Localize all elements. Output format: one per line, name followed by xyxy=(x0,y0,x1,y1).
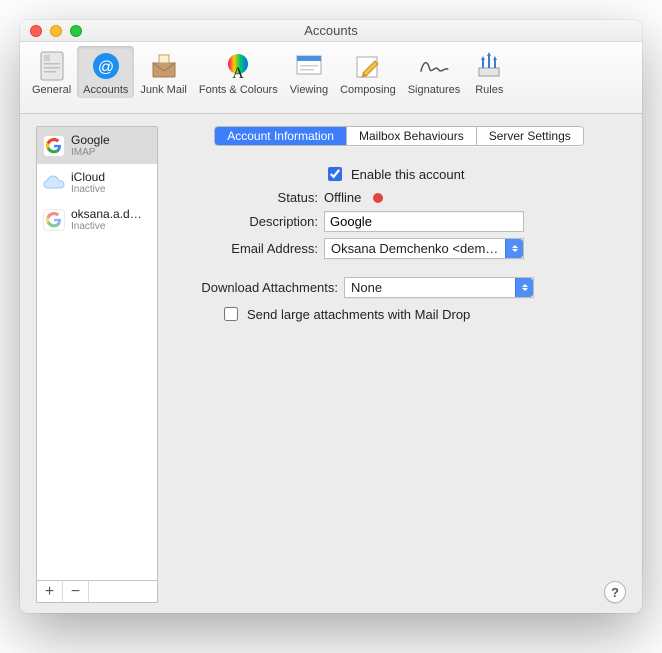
description-input[interactable] xyxy=(324,211,524,232)
window-controls xyxy=(30,25,82,37)
titlebar: Accounts xyxy=(20,20,642,42)
toolbar-label: Accounts xyxy=(83,84,128,96)
preferences-toolbar: General @ Accounts Junk Mail A Fonts & C… xyxy=(20,42,642,114)
minimize-window-button[interactable] xyxy=(50,25,62,37)
accounts-sidebar: Google IMAP iCloud Inactive xyxy=(36,126,158,603)
account-tabs: Account Information Mailbox Behaviours S… xyxy=(214,126,584,146)
download-attachments-select[interactable]: None xyxy=(344,277,534,298)
toolbar-item-accounts[interactable]: @ Accounts xyxy=(77,46,134,98)
account-item-oksana[interactable]: oksana.a.d… Inactive xyxy=(37,201,157,238)
toolbar-item-general[interactable]: General xyxy=(26,46,77,98)
list-footer-spacer xyxy=(89,581,157,602)
toolbar-label: Fonts & Colours xyxy=(199,84,278,96)
viewing-icon xyxy=(293,50,325,82)
tab-account-information[interactable]: Account Information xyxy=(215,127,347,145)
toolbar-label: General xyxy=(32,84,71,96)
mail-drop-label: Send large attachments with Mail Drop xyxy=(247,307,470,322)
google-icon xyxy=(43,135,65,157)
email-label: Email Address: xyxy=(176,241,324,256)
junk-mail-icon xyxy=(148,50,180,82)
status-label: Status: xyxy=(176,190,324,205)
account-sub: IMAP xyxy=(71,147,110,158)
chevron-updown-icon xyxy=(505,239,523,258)
toolbar-item-viewing[interactable]: Viewing xyxy=(284,46,334,98)
status-value: Offline xyxy=(324,190,361,205)
toolbar-item-composing[interactable]: Composing xyxy=(334,46,402,98)
account-name: Google xyxy=(71,133,110,147)
toolbar-item-rules[interactable]: Rules xyxy=(466,46,512,98)
email-address-select[interactable]: Oksana Demchenko <demchen… xyxy=(324,238,524,259)
account-name: oksana.a.d… xyxy=(71,207,142,221)
close-window-button[interactable] xyxy=(30,25,42,37)
preferences-window: Accounts General @ Accounts Junk Mail A … xyxy=(20,20,642,613)
account-detail: Account Information Mailbox Behaviours S… xyxy=(172,126,626,603)
account-item-icloud[interactable]: iCloud Inactive xyxy=(37,164,157,201)
account-sub: Inactive xyxy=(71,184,105,195)
download-attachments-value: None xyxy=(351,280,382,295)
description-label: Description: xyxy=(176,214,324,229)
zoom-window-button[interactable] xyxy=(70,25,82,37)
svg-text:A: A xyxy=(233,65,245,81)
toolbar-label: Viewing xyxy=(290,84,328,96)
svg-text:@: @ xyxy=(98,59,114,76)
rules-icon xyxy=(473,50,505,82)
toolbar-item-fonts[interactable]: A Fonts & Colours xyxy=(193,46,284,98)
google-icon xyxy=(43,209,65,231)
content-area: Google IMAP iCloud Inactive xyxy=(20,114,642,613)
tab-mailbox-behaviours[interactable]: Mailbox Behaviours xyxy=(347,127,477,145)
download-label: Download Attachments: xyxy=(176,280,344,295)
help-button[interactable]: ? xyxy=(604,581,626,603)
chevron-updown-icon xyxy=(515,278,533,297)
fonts-colours-icon: A xyxy=(222,50,254,82)
enable-account-checkbox[interactable] xyxy=(328,167,342,181)
accounts-icon: @ xyxy=(90,50,122,82)
toolbar-item-junk[interactable]: Junk Mail xyxy=(134,46,192,98)
general-icon xyxy=(36,50,68,82)
toolbar-label: Composing xyxy=(340,84,396,96)
toolbar-label: Rules xyxy=(475,84,503,96)
signatures-icon xyxy=(418,50,450,82)
toolbar-label: Signatures xyxy=(408,84,461,96)
remove-account-button[interactable]: − xyxy=(63,581,89,602)
account-list: Google IMAP iCloud Inactive xyxy=(37,127,157,580)
icloud-icon xyxy=(43,172,65,194)
toolbar-item-signatures[interactable]: Signatures xyxy=(402,46,467,98)
account-sub: Inactive xyxy=(71,221,142,232)
tab-server-settings[interactable]: Server Settings xyxy=(477,127,583,145)
account-list-footer: + − xyxy=(37,580,157,602)
account-name: iCloud xyxy=(71,170,105,184)
window-title: Accounts xyxy=(304,23,357,38)
mail-drop-checkbox[interactable] xyxy=(224,307,238,321)
email-address-value: Oksana Demchenko <demchen… xyxy=(331,241,501,256)
composing-icon xyxy=(352,50,384,82)
toolbar-label: Junk Mail xyxy=(140,84,186,96)
add-account-button[interactable]: + xyxy=(37,581,63,602)
enable-account-label: Enable this account xyxy=(351,167,464,182)
status-indicator-icon xyxy=(373,193,383,203)
account-item-google[interactable]: Google IMAP xyxy=(37,127,157,164)
account-form: Enable this account Status: Offline Desc… xyxy=(172,158,626,330)
